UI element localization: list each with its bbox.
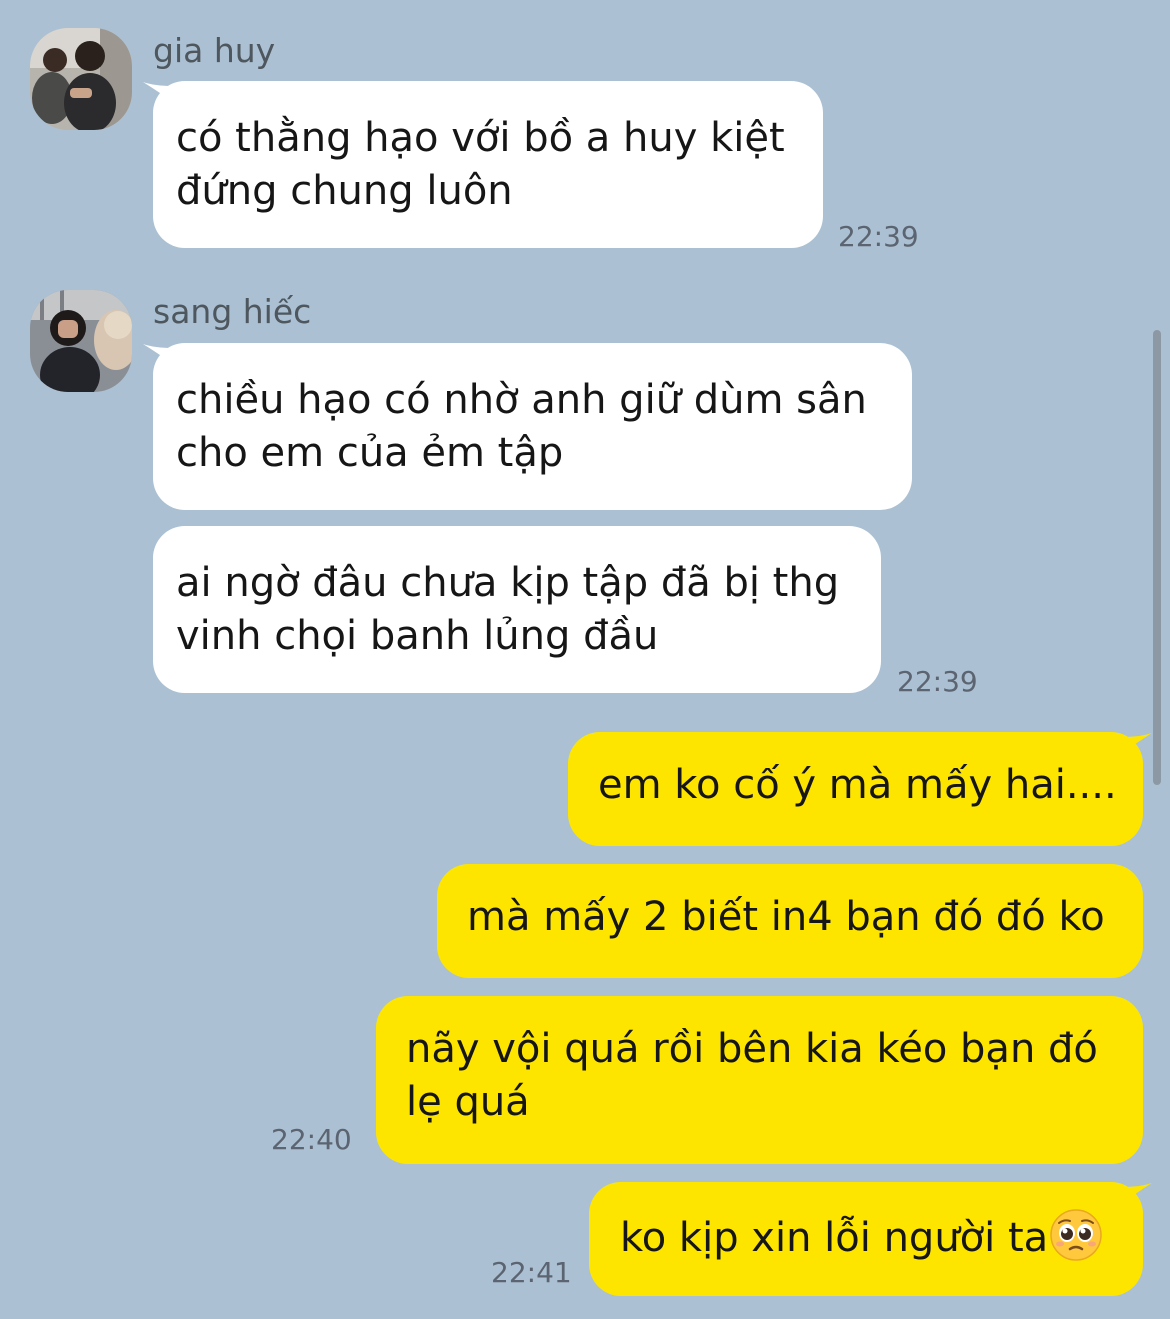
- message-bubble[interactable]: chiều hạo có nhờ anh giữ dùm sân cho em …: [153, 343, 912, 510]
- message-line: vinh chọi banh lủng đầu: [176, 613, 659, 659]
- message-line: nãy vội quá rồi bên kia kéo bạn đó: [406, 1026, 1098, 1072]
- scrollbar[interactable]: [1153, 330, 1161, 785]
- message-line: có thằng hạo với bồ a huy kiệt: [176, 115, 785, 161]
- message-line: em ko cố ý mà mấy hai....: [598, 762, 1117, 808]
- message-line: ai ngờ đâu chưa kịp tập đã bị thg: [176, 560, 840, 606]
- avatar-gia-huy[interactable]: [30, 28, 132, 130]
- message-timestamp: 22:40: [271, 1123, 352, 1156]
- message-bubble[interactable]: ai ngờ đâu chưa kịp tập đã bị thg vinh c…: [153, 526, 881, 693]
- message-timestamp: 22:39: [897, 665, 978, 698]
- message-line: chiều hạo có nhờ anh giữ dùm sân: [176, 377, 867, 423]
- message-line: mà mấy 2 biết in4 bạn đó đó ko: [467, 894, 1105, 940]
- message-line: lẹ quá: [406, 1079, 530, 1125]
- pleading-face-emoji: [1050, 1209, 1102, 1261]
- my-message-bubble[interactable]: em ko cố ý mà mấy hai....: [568, 732, 1143, 846]
- message-line: ko kịp xin lỗi người ta: [620, 1215, 1049, 1261]
- message-line: đứng chung luôn: [176, 168, 513, 214]
- sender-name: gia huy: [153, 31, 276, 70]
- my-message-bubble[interactable]: ko kịp xin lỗi người ta: [589, 1182, 1143, 1296]
- my-message-bubble[interactable]: nãy vội quá rồi bên kia kéo bạn đó lẹ qu…: [376, 996, 1143, 1164]
- message-line: cho em của ẻm tập: [176, 430, 564, 476]
- sender-name: sang hiếc: [153, 292, 312, 331]
- message-timestamp: 22:39: [838, 220, 919, 253]
- message-timestamp: 22:41: [491, 1256, 572, 1289]
- chat-view[interactable]: gia huy có thằng hạo với bồ a huy kiệt đ…: [0, 0, 1170, 1319]
- my-message-bubble[interactable]: mà mấy 2 biết in4 bạn đó đó ko: [437, 864, 1143, 978]
- avatar-sang-hiec[interactable]: [30, 290, 132, 392]
- message-bubble[interactable]: có thằng hạo với bồ a huy kiệt đứng chun…: [153, 81, 823, 248]
